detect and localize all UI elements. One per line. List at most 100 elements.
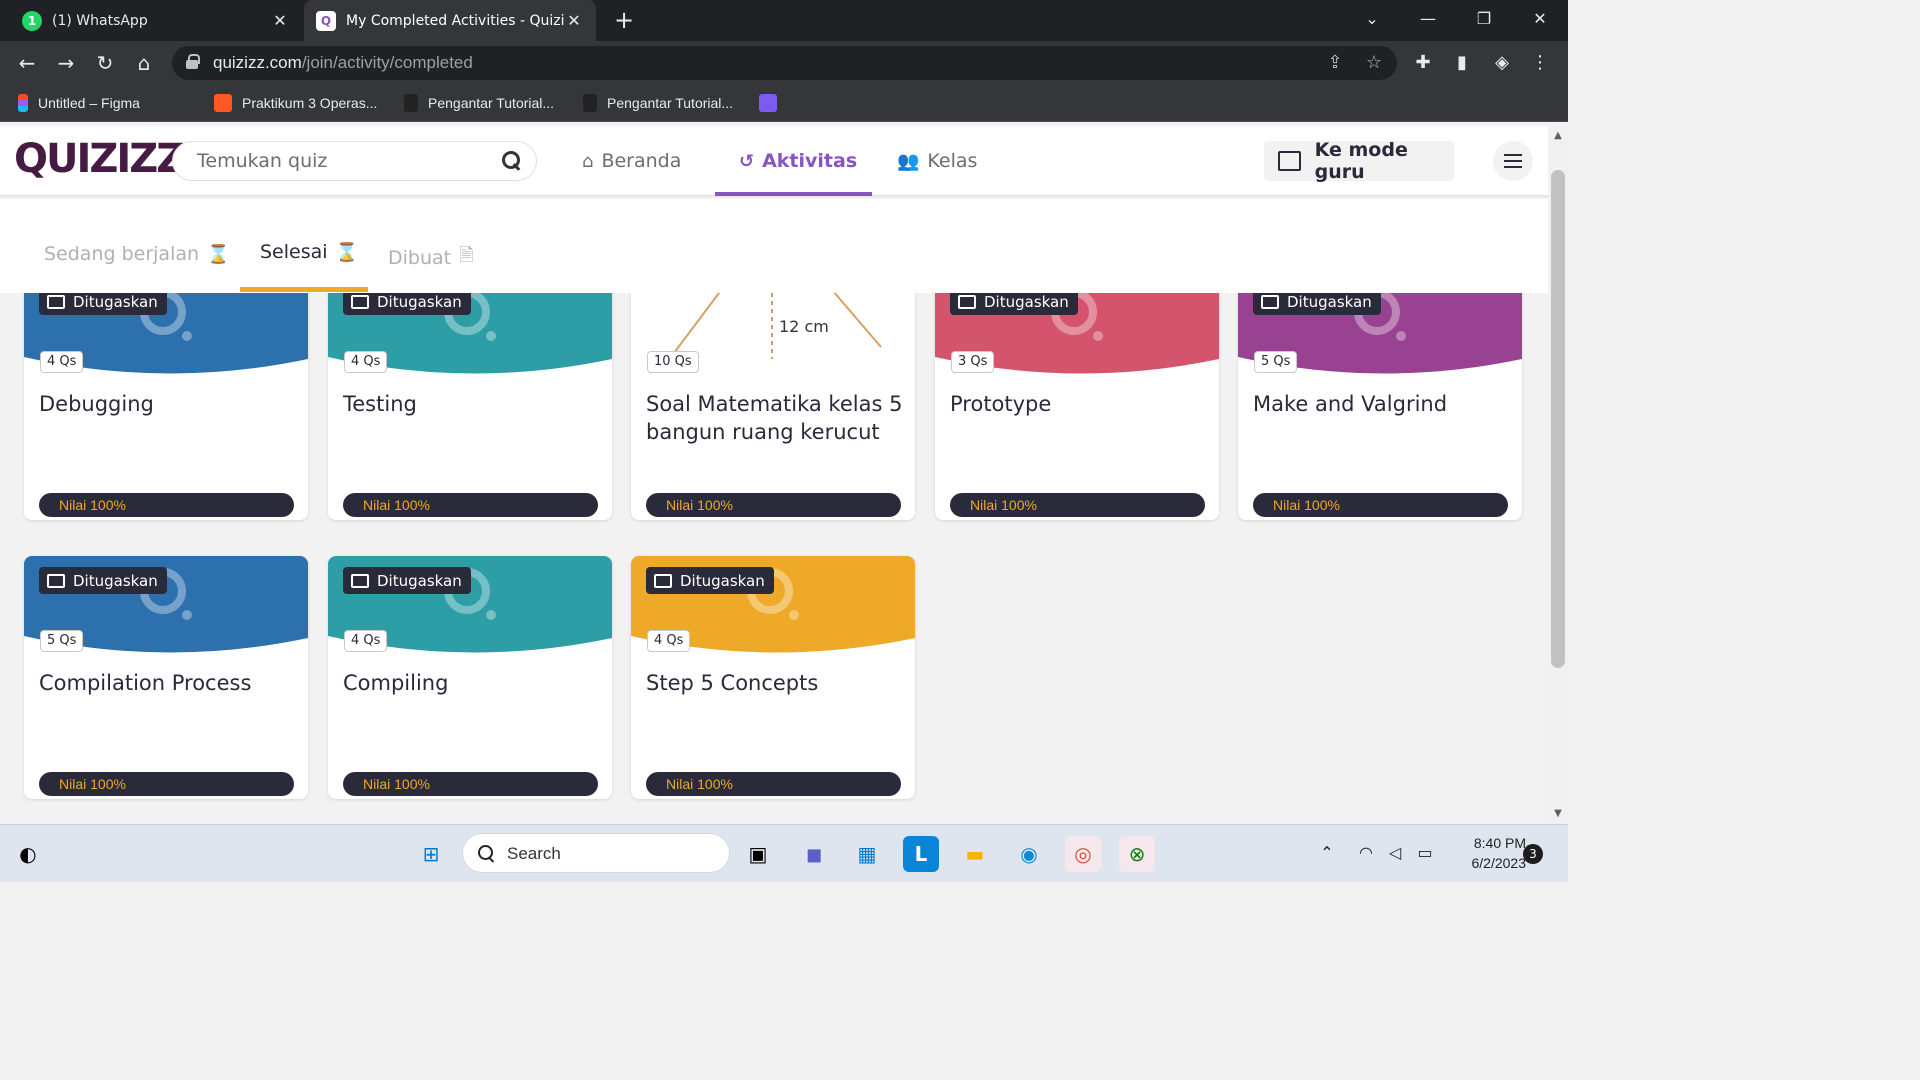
forward-icon[interactable]: → [52,49,80,77]
volume-icon[interactable]: ◁ [1384,842,1406,864]
home-icon: ⌂ [582,150,594,172]
taskbar-search[interactable]: Search [462,833,730,873]
nav-active-indicator [715,192,872,196]
chrome-icon[interactable]: ◎ [1065,836,1101,872]
hourglass-icon: ⌛ [335,241,358,263]
new-tab-button[interactable]: + [610,6,638,34]
file-explorer-icon[interactable]: ▬ [957,836,993,872]
cone-dimension-label: 12 cm [779,317,829,336]
scroll-down-icon[interactable]: ▼ [1552,808,1564,820]
chat-icon[interactable]: ◼ [796,836,832,872]
bookmark-label: Praktikum 3 Operas... [242,95,378,111]
tab-quizizz[interactable]: Q My Completed Activities - Quizizz ✕ [304,0,596,41]
weather-icon[interactable]: ◐ [10,836,46,872]
search-input[interactable] [197,150,497,172]
nav-label: Beranda [601,150,682,172]
task-view-icon[interactable]: ▣ [740,836,776,872]
share-icon[interactable]: ⇪ [1323,51,1347,75]
tab-dibuat[interactable]: Dibuat 🗎 [388,243,474,273]
profile-avatar[interactable]: ◈ [1488,49,1516,77]
hamburger-menu-icon[interactable] [1493,141,1533,181]
assigned-label: Ditugaskan [73,571,158,590]
card-title: Testing [343,392,417,416]
bookmark-item[interactable]: Praktikum 3 Operas... [214,93,377,113]
activity-card[interactable]: Ditugaskan 3 Qs Prototype Nilai 100% [935,293,1219,520]
assigned-badge: Ditugaskan [1253,293,1381,315]
wifi-icon[interactable]: ◠ [1355,842,1377,864]
nav-kelas[interactable]: 👥 Kelas [897,146,977,176]
windows-start-icon[interactable]: ⊞ [413,836,449,872]
tab-search-icon[interactable]: ⌄ [1344,0,1400,41]
question-count-badge: 4 Qs [647,630,691,652]
back-icon[interactable]: ← [13,49,41,77]
bookmark-item[interactable]: Pengantar Tutorial... [583,93,733,113]
search-box[interactable] [172,141,537,181]
url-text: quizizz.com/join/activity/completed [213,53,473,72]
xbox-icon[interactable]: ⊗ [1119,836,1155,872]
tab-selesai[interactable]: Selesai ⌛ [260,241,358,263]
figma-icon [18,94,28,112]
search-icon[interactable] [502,151,522,171]
question-count-badge: 5 Qs [40,630,84,652]
scroll-up-icon[interactable]: ▲ [1552,130,1564,142]
more-menu-icon[interactable]: ⋮ [1526,49,1554,77]
tab-sedang-berjalan[interactable]: Sedang berjalan ⌛ [44,243,229,265]
teacher-mode-button[interactable]: Ke mode guru [1264,139,1454,183]
bookmark-item[interactable] [759,93,787,113]
site-header: QUIZIZZ ⌂ Beranda ↺ Aktivitas 👥 Kelas Ke… [0,126,1548,197]
notification-badge[interactable]: 3 [1523,844,1543,864]
quizizz-logo[interactable]: QUIZIZZ [14,136,185,182]
side-panel-icon[interactable]: ▮ [1448,49,1476,77]
teacher-mode-label: Ke mode guru [1314,139,1408,183]
edge-icon[interactable]: ◉ [1011,836,1047,872]
home-icon[interactable]: ⌂ [130,49,158,77]
presentation-icon [654,573,672,588]
activity-card[interactable]: Ditugaskan 5 Qs Make and Valgrind Nilai … [1238,293,1522,520]
close-tab-icon[interactable]: ✕ [270,11,290,30]
lock-icon [186,54,200,69]
close-window-button[interactable]: ✕ [1512,0,1568,41]
score-bar: Nilai 100% [1253,493,1508,517]
bookmark-item[interactable]: Pengantar Tutorial... [404,93,554,113]
activity-card[interactable]: Ditugaskan 5 Qs Compilation Process Nila… [24,556,308,799]
card-title: Compiling [343,671,449,695]
bookmark-item[interactable]: Untitled – Figma [18,93,140,113]
nav-beranda[interactable]: ⌂ Beranda [582,146,681,176]
doc-icon [583,94,597,112]
nav-aktivitas[interactable]: ↺ Aktivitas [739,146,857,176]
question-count-badge: 4 Qs [344,630,388,652]
star-icon[interactable]: ☆ [1362,51,1386,75]
question-count-badge: 5 Qs [1254,351,1298,373]
score-bar: Nilai 100% [950,493,1205,517]
close-tab-icon[interactable]: ✕ [564,11,584,30]
subtab-label: Selesai [260,241,328,263]
extensions-icon[interactable]: ✚ [1409,49,1437,77]
taskbar-clock[interactable]: 8:40 PM 6/2/2023 [1446,833,1527,873]
activity-card[interactable]: Ditugaskan 4 Qs Compiling Nilai 100% [328,556,612,799]
presentation-icon [1278,151,1301,171]
page-scrollbar[interactable]: ▲ ▼ [1548,126,1568,824]
store-icon[interactable]: ▦ [849,836,885,872]
assigned-badge: Ditugaskan [343,293,471,315]
app-l-icon[interactable]: L [903,836,939,872]
reload-icon[interactable]: ↻ [91,49,119,77]
bookmark-label: Pengantar Tutorial... [607,95,734,111]
search-icon [478,845,496,863]
chevron-up-icon[interactable]: ⌃ [1316,842,1338,864]
restore-button[interactable]: ❐ [1456,0,1512,41]
address-bar[interactable]: quizizz.com/join/activity/completed ⇪ ☆ [172,46,1397,80]
tab-whatsapp[interactable]: 1 (1) WhatsApp ✕ [10,0,302,41]
activity-card[interactable]: Ditugaskan 4 Qs Debugging Nilai 100% [24,293,308,520]
minimize-button[interactable]: — [1400,0,1456,41]
score-bar: Nilai 100% [343,772,598,796]
presentation-icon [47,294,65,309]
activity-card[interactable]: 12 cm 10 Qs Soal Matematika kelas 5 bang… [631,293,915,520]
assigned-label: Ditugaskan [680,571,765,590]
battery-icon[interactable]: ▭ [1414,842,1436,864]
time-text: 8:40 PM [1473,835,1526,851]
activity-card[interactable]: Ditugaskan 4 Qs Testing Nilai 100% [328,293,612,520]
scroll-thumb[interactable] [1551,170,1565,668]
activity-card[interactable]: Ditugaskan 4 Qs Step 5 Concepts Nilai 10… [631,556,915,799]
card-title: Debugging [39,392,154,416]
card-title: Compilation Process [39,671,252,695]
